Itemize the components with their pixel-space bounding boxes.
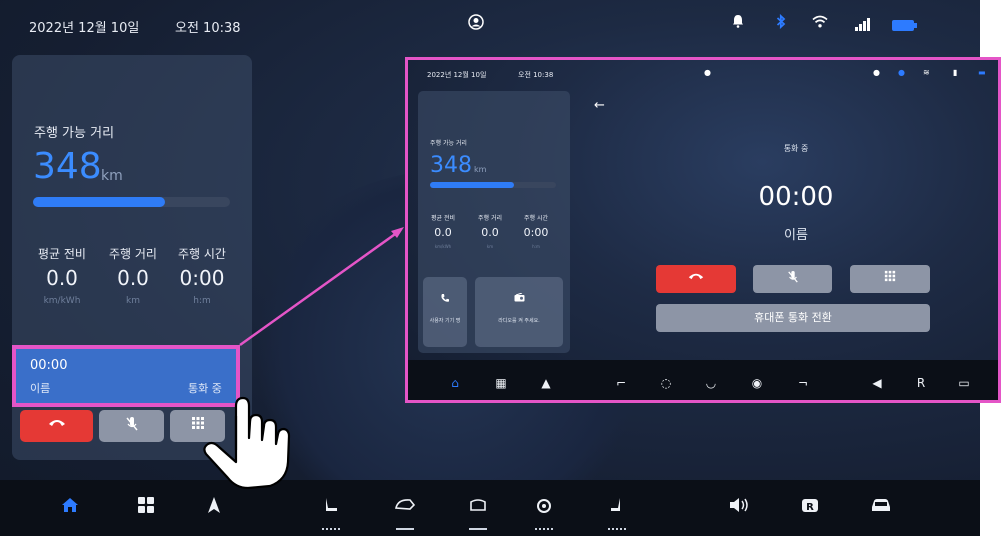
steering-heat-icon[interactable] [529, 494, 559, 530]
status-date: 2022년 12월 10일 [29, 21, 140, 36]
phone-tile[interactable]: 사용자 기기 명 [423, 277, 467, 347]
stat-unit-efficiency: km/kWh [43, 296, 81, 306]
navigation-icon[interactable] [199, 494, 229, 524]
zoom-caller-name: 이름 [784, 228, 808, 243]
zoom-stat-unit-distance: km [486, 244, 494, 249]
zoom-call-status: 통화 중 [783, 144, 809, 153]
radio-icon [475, 292, 563, 305]
status-time: 오전 10:38 [175, 21, 241, 36]
ac-rear-icon[interactable]: ◡ [701, 373, 721, 393]
zoom-keypad-button[interactable] [850, 265, 930, 293]
zoom-callout: 2022년 12월 10일 오전 10:38 ● ● ● ≋ ▮ ▬ 주행 가능… [405, 57, 1001, 403]
zoom-stat-unit-efficiency: km/kWh [434, 244, 452, 249]
radio-tile-text: 라디오를 켜 주세요. [498, 318, 540, 324]
svg-text:R: R [806, 502, 814, 513]
car-icon[interactable] [866, 494, 896, 524]
ac-front-icon[interactable]: ◌ [656, 373, 676, 393]
zoom-mute-button[interactable] [753, 265, 832, 293]
range-unit: km [101, 168, 123, 184]
home-icon[interactable] [55, 494, 85, 524]
radio-tile[interactable]: 라디오를 켜 주세요. [475, 277, 563, 347]
stat-value-efficiency: 0.0 [46, 266, 78, 290]
seat-heat-icon[interactable] [316, 494, 346, 530]
camera-icon[interactable]: R [911, 373, 931, 393]
zoom-stat-label-efficiency: 평균 전비 [431, 215, 455, 222]
zoom-range-unit: km [474, 165, 487, 174]
zoom-status-date: 2022년 12월 10일 [427, 71, 487, 79]
zoom-stat-label-time: 주행 시간 [524, 215, 548, 222]
phone-icon [423, 293, 467, 306]
zoom-call-timer: 00:00 [758, 182, 834, 212]
battery-icon [892, 20, 917, 31]
volume-icon[interactable] [724, 494, 754, 524]
wifi-icon[interactable] [810, 14, 830, 34]
seat-heat-icon[interactable]: ⌐ [611, 373, 631, 393]
range-progress-bar [33, 197, 230, 207]
back-arrow-icon[interactable]: ← [594, 98, 605, 113]
switch-to-phone-button[interactable]: 휴대폰 통화 전환 [656, 304, 930, 332]
bottom-dock: R [0, 480, 980, 536]
mic-off-icon [753, 270, 832, 287]
ac-rear-icon[interactable] [463, 494, 493, 530]
navigation-icon[interactable]: ▲ [536, 373, 556, 393]
bluetooth-icon[interactable] [771, 13, 791, 34]
phone-tile-text: 사용자 기기 명 [429, 318, 461, 324]
seat-vent-icon[interactable] [602, 494, 632, 530]
bell-icon[interactable]: ● [873, 68, 880, 77]
hangup-icon [20, 416, 93, 432]
car-icon[interactable]: ▭ [954, 373, 974, 393]
stat-label-distance: 주행 거리 [109, 247, 157, 261]
range-progress-fill [33, 197, 165, 207]
seat-vent-icon[interactable]: ¬ [793, 373, 813, 393]
stat-unit-time: h:m [193, 296, 211, 306]
home-icon[interactable]: ⌂ [445, 373, 465, 393]
volume-icon[interactable]: ◀ [867, 373, 887, 393]
stat-label-efficiency: 평균 전비 [38, 247, 86, 261]
mute-button[interactable] [99, 410, 164, 442]
hangup-icon [656, 270, 736, 284]
ac-front-icon[interactable] [390, 494, 420, 530]
mic-off-icon [99, 416, 164, 436]
zoom-status-time: 오전 10:38 [518, 71, 554, 79]
zoom-stat-unit-time: h:m [532, 244, 540, 249]
wifi-icon[interactable]: ≋ [923, 68, 930, 77]
apps-icon[interactable]: ▦ [491, 373, 511, 393]
zoom-stat-label-distance: 주행 거리 [478, 215, 502, 222]
profile-icon[interactable]: ● [704, 68, 711, 77]
stat-unit-distance: km [126, 296, 140, 306]
zoom-range-value: 348 [430, 153, 472, 178]
bluetooth-icon[interactable]: ● [898, 68, 905, 77]
signal-icon: ▮ [953, 68, 958, 77]
signal-icon [855, 17, 871, 31]
bell-icon[interactable] [728, 14, 748, 34]
apps-icon[interactable] [131, 494, 161, 524]
call-timer: 00:00 [30, 358, 68, 373]
keypad-icon [850, 270, 930, 285]
battery-icon: ▬ [978, 68, 986, 77]
zoom-bottom-dock: ⌂ ▦ ▲ ⌐ ◌ ◡ ◉ ¬ ◀ R ▭ [408, 360, 998, 400]
stat-label-time: 주행 시간 [178, 247, 226, 261]
camera-icon[interactable]: R [795, 494, 825, 524]
end-call-button[interactable] [20, 410, 93, 442]
range-label: 주행 가능 거리 [34, 126, 115, 141]
steering-heat-icon[interactable]: ◉ [747, 373, 767, 393]
pointing-hand-icon [198, 392, 298, 492]
status-bar: 2022년 12월 10일 오전 10:38 [0, 0, 980, 50]
stat-value-distance: 0.0 [117, 266, 149, 290]
zoom-end-call-button[interactable] [656, 265, 736, 293]
caller-name: 이름 [30, 382, 51, 395]
range-value: 348 [33, 146, 102, 187]
stat-value-time: 0:00 [179, 266, 225, 290]
profile-icon[interactable] [466, 14, 486, 34]
